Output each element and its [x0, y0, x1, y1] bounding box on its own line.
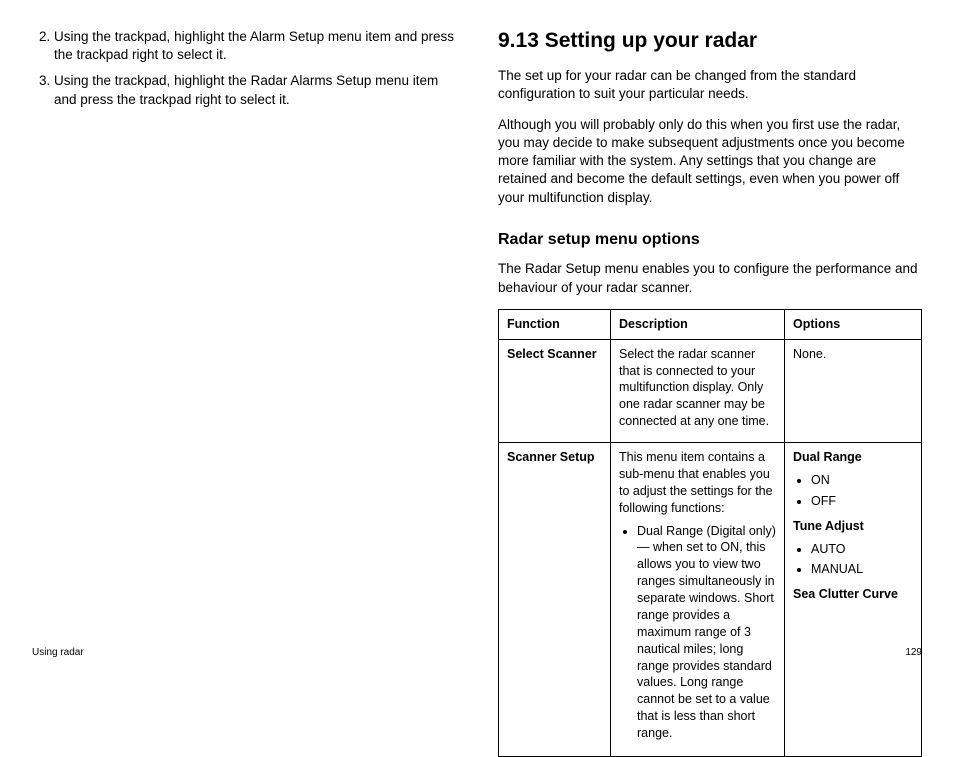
cell-description: Select the radar scanner that is connect… [611, 339, 785, 442]
description-text: Select the radar scanner that is connect… [619, 346, 776, 430]
footer-section-label: Using radar [32, 646, 84, 660]
option-group-label: Dual Range [793, 449, 913, 466]
cell-function: Select Scanner [499, 339, 611, 442]
instruction-step: Using the trackpad, highlight the Radar … [54, 72, 456, 108]
instruction-list: Using the trackpad, highlight the Alarm … [32, 28, 456, 109]
description-bullet: Dual Range (Digital only) — when set to … [637, 523, 776, 742]
instruction-step: Using the trackpad, highlight the Alarm … [54, 28, 456, 64]
option-group-label: Tune Adjust [793, 518, 913, 535]
page-footer: Using radar 129 [32, 646, 922, 660]
option-item: MANUAL [811, 561, 913, 578]
cell-options: None. [785, 339, 922, 442]
footer-page-number: 129 [905, 646, 922, 660]
description-bullets: Dual Range (Digital only) — when set to … [619, 523, 776, 742]
table-row: Select Scanner Select the radar scanner … [499, 339, 922, 442]
page-container: Using the trackpad, highlight the Alarm … [0, 0, 954, 673]
option-item: AUTO [811, 541, 913, 558]
left-column: Using the trackpad, highlight the Alarm … [32, 28, 460, 673]
section-heading: 9.13 Setting up your radar [498, 28, 922, 53]
right-column: 9.13 Setting up your radar The set up fo… [494, 28, 922, 673]
options-plain: None. [793, 347, 826, 361]
th-options: Options [785, 309, 922, 339]
option-item: OFF [811, 493, 913, 510]
option-group-items: AUTO MANUAL [793, 541, 913, 579]
cell-function: Scanner Setup [499, 443, 611, 757]
option-item: ON [811, 472, 913, 489]
th-function: Function [499, 309, 611, 339]
description-text: This menu item contains a sub-menu that … [619, 449, 776, 517]
th-description: Description [611, 309, 785, 339]
cell-description: This menu item contains a sub-menu that … [611, 443, 785, 757]
subsection-heading: Radar setup menu options [498, 229, 922, 251]
cell-options: Dual Range ON OFF Tune Adjust AUTO MANUA… [785, 443, 922, 757]
function-label: Select Scanner [507, 347, 597, 361]
option-group-label: Sea Clutter Curve [793, 586, 913, 603]
intro-paragraph-1: The set up for your radar can be changed… [498, 67, 922, 103]
table-row: Scanner Setup This menu item contains a … [499, 443, 922, 757]
option-group-items: ON OFF [793, 472, 913, 510]
options-table: Function Description Options Select Scan… [498, 309, 922, 757]
subsection-paragraph: The Radar Setup menu enables you to conf… [498, 260, 922, 296]
intro-paragraph-2: Although you will probably only do this … [498, 116, 922, 207]
table-header-row: Function Description Options [499, 309, 922, 339]
function-label: Scanner Setup [507, 450, 595, 464]
